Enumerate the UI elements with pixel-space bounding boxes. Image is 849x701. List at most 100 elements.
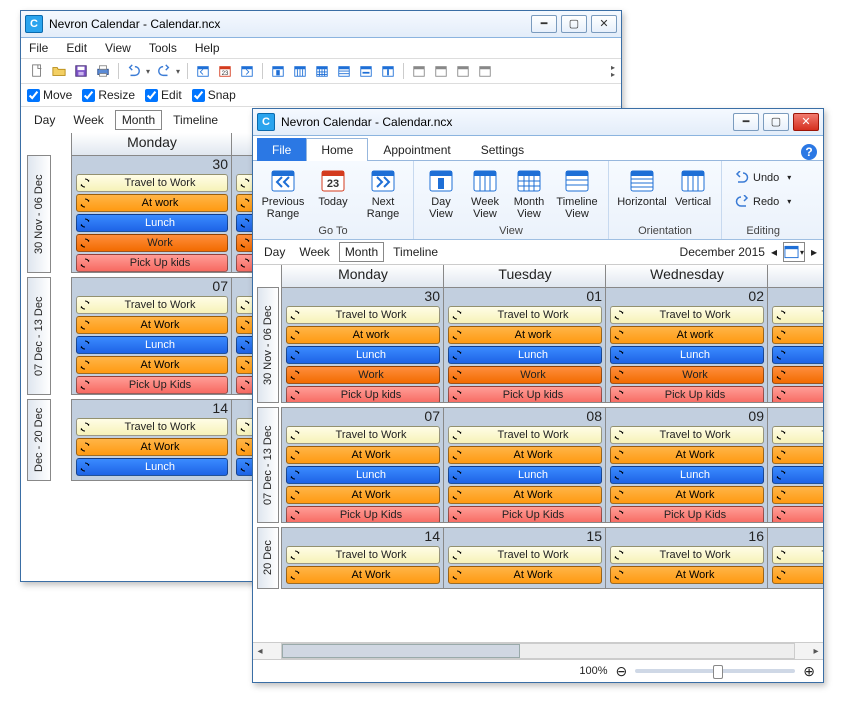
tab-week[interactable]: Week	[294, 243, 334, 261]
minimize-button[interactable]: ━	[531, 15, 557, 33]
today-icon[interactable]: 23	[215, 61, 235, 81]
event-item[interactable]: Pick Up Kids	[286, 506, 440, 523]
event-item[interactable]: Work	[76, 234, 228, 252]
event-item[interactable]: Travel to Work	[76, 174, 228, 192]
event-item[interactable]: Pick Up kids	[772, 386, 823, 403]
redo-button[interactable]: Redo▾	[728, 191, 798, 213]
event-item[interactable]: At Work	[610, 446, 764, 464]
event-item[interactable]: At Work	[448, 446, 602, 464]
event-item[interactable]: Travel to Work	[286, 546, 440, 564]
maximize-button[interactable]: ▢	[561, 15, 587, 33]
event-item[interactable]: Work	[772, 366, 823, 384]
ribbon-tab-home[interactable]: Home	[306, 138, 368, 161]
event-item[interactable]: Travel to Work	[610, 426, 764, 444]
event-item[interactable]: At Work	[76, 438, 228, 456]
week-label[interactable]: 07 Dec - 13 Dec	[257, 407, 279, 523]
day-cell[interactable]: 14Travel to WorkAt Work	[281, 527, 445, 589]
menu-view[interactable]: View	[105, 41, 131, 55]
undo-icon[interactable]	[124, 61, 144, 81]
event-item[interactable]: Pick Up kids	[76, 254, 228, 272]
event-item[interactable]: Pick Up kids	[286, 386, 440, 403]
tab-month[interactable]: Month	[115, 110, 162, 130]
day-header[interactable]: Monday	[281, 265, 445, 289]
event-item[interactable]: Lunch	[772, 346, 823, 364]
event-item[interactable]: Pick Up Kids	[448, 506, 602, 523]
event-item[interactable]: Travel to Work	[286, 426, 440, 444]
minimize-button[interactable]: ━	[733, 113, 759, 131]
event-item[interactable]: Work	[286, 366, 440, 384]
vertical-icon[interactable]	[378, 61, 398, 81]
month-view-button[interactable]: Month View	[508, 163, 550, 225]
event-item[interactable]: At work	[610, 326, 764, 344]
event-item[interactable]: At Work	[448, 566, 602, 584]
ribbon-tab-settings[interactable]: Settings	[466, 138, 539, 161]
day-cell[interactable]: 14Travel to WorkAt WorkLunch	[71, 399, 233, 481]
zoom-in-icon[interactable]: ⊕	[803, 663, 815, 680]
check-resize[interactable]: Resize	[82, 88, 135, 102]
tab-month[interactable]: Month	[339, 242, 384, 262]
event-item[interactable]: Travel to Work	[448, 546, 602, 564]
new-file-icon[interactable]	[27, 61, 47, 81]
event-item[interactable]: Travel to Work	[610, 546, 764, 564]
tab-day[interactable]: Day	[259, 243, 290, 261]
day-cell[interactable]: 07Travel to WorkAt WorkLunchAt WorkPick …	[71, 277, 233, 395]
event-item[interactable]: Pick Up Kids	[772, 506, 823, 523]
tab-timeline[interactable]: Timeline	[166, 110, 225, 130]
horizontal-button[interactable]: Horizontal	[615, 163, 669, 225]
event-item[interactable]: Lunch	[772, 466, 823, 484]
day-header[interactable]: Tuesday	[443, 265, 607, 289]
event-item[interactable]: At Work	[772, 566, 823, 584]
week-label[interactable]: 30 Nov - 06 Dec	[257, 287, 279, 403]
day-cell[interactable]: 30Travel to WorkAt workLunchWorkPick Up …	[71, 155, 233, 273]
extra-tool-icon[interactable]	[431, 61, 451, 81]
menu-edit[interactable]: Edit	[66, 41, 87, 55]
event-item[interactable]: At Work	[76, 316, 228, 334]
menu-tools[interactable]: Tools	[149, 41, 177, 55]
timeline-view-icon[interactable]	[334, 61, 354, 81]
redo-icon[interactable]	[154, 61, 174, 81]
today-button[interactable]: 23 Today	[309, 163, 357, 225]
event-item[interactable]: At work	[448, 326, 602, 344]
timeline-view-button[interactable]: Timeline View	[552, 163, 602, 225]
event-item[interactable]: At work	[286, 326, 440, 344]
event-item[interactable]: At Work	[772, 446, 823, 464]
day-header[interactable]: T	[767, 265, 823, 289]
event-item[interactable]: Travel to Work	[772, 546, 823, 564]
next-period-icon[interactable]: ▸	[811, 245, 817, 259]
check-move[interactable]: Move	[27, 88, 72, 102]
event-item[interactable]: Pick Up kids	[610, 386, 764, 403]
month-view-icon[interactable]	[312, 61, 332, 81]
event-item[interactable]: Work	[610, 366, 764, 384]
week-label[interactable]: Dec - 20 Dec	[27, 399, 51, 481]
event-item[interactable]: Travel to Work	[286, 306, 440, 324]
week-label[interactable]: 07 Dec - 13 Dec	[27, 277, 51, 395]
event-item[interactable]: Lunch	[286, 466, 440, 484]
check-snap[interactable]: Snap	[192, 88, 236, 102]
prev-range-icon[interactable]	[193, 61, 213, 81]
event-item[interactable]: Travel to Work	[448, 306, 602, 324]
day-cell[interactable]: 08Travel to WorkAt WorkLunchAt WorkPick …	[443, 407, 607, 523]
menu-help[interactable]: Help	[195, 41, 220, 55]
prev-period-icon[interactable]: ◂	[771, 245, 777, 259]
event-item[interactable]: At work	[772, 326, 823, 344]
ribbon-tab-appointment[interactable]: Appointment	[368, 138, 465, 161]
tab-week[interactable]: Week	[66, 110, 110, 130]
close-button[interactable]: ✕	[793, 113, 819, 131]
extra-tool-icon[interactable]	[409, 61, 429, 81]
event-item[interactable]: Travel to Work	[772, 426, 823, 444]
menu-file[interactable]: File	[29, 41, 48, 55]
event-item[interactable]: Pick Up kids	[448, 386, 602, 403]
week-view-icon[interactable]	[290, 61, 310, 81]
event-item[interactable]: Lunch	[448, 466, 602, 484]
ribbon-tab-file[interactable]: File	[257, 138, 306, 161]
event-item[interactable]: Travel to Work	[610, 306, 764, 324]
day-cell[interactable]: 15Travel to WorkAt Work	[443, 527, 607, 589]
date-picker-icon[interactable]: ▾	[783, 242, 805, 262]
event-item[interactable]: At Work	[286, 446, 440, 464]
event-item[interactable]: Travel to Work	[772, 306, 823, 324]
extra-tool-icon[interactable]	[453, 61, 473, 81]
event-item[interactable]: At Work	[610, 486, 764, 504]
day-cell[interactable]: 09Travel to WorkAt WorkLunchAt WorkPick …	[605, 407, 769, 523]
event-item[interactable]: Lunch	[76, 336, 228, 354]
event-item[interactable]: Lunch	[286, 346, 440, 364]
